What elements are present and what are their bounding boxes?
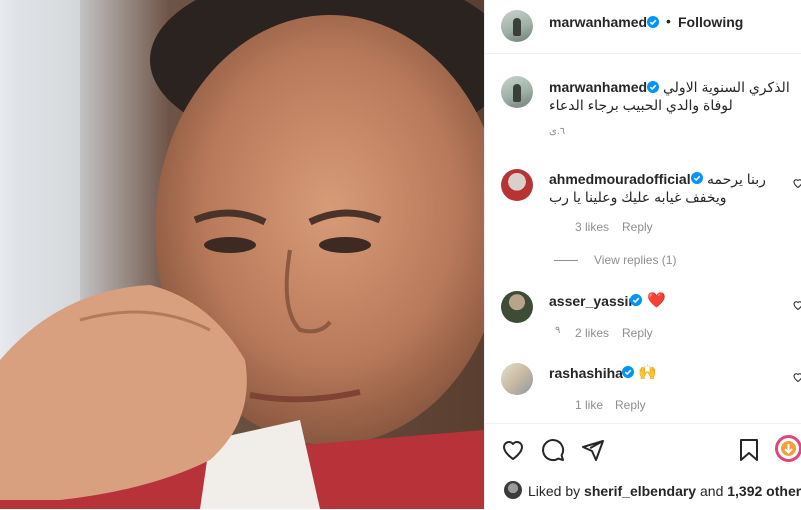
download-extension-icon[interactable]	[775, 435, 801, 462]
author-username[interactable]: marwanhamed	[549, 14, 647, 30]
comment-likes-count[interactable]: 3 likes	[575, 220, 609, 234]
bookmark-icon[interactable]	[738, 438, 760, 462]
liked-by-avatar[interactable]	[504, 481, 522, 499]
verified-badge-icon	[647, 16, 659, 28]
comment-like-heart-icon[interactable]	[792, 371, 801, 383]
liked-by-summary[interactable]: Liked by sherif_elbendary and 1,392 othe…	[528, 483, 801, 499]
following-button[interactable]: Following	[678, 14, 743, 30]
commenter-avatar[interactable]	[501, 169, 533, 201]
liked-by-middle: and	[700, 483, 724, 499]
caption-timestamp: ٦.ى	[549, 126, 565, 137]
post-photo-illustration	[0, 0, 484, 509]
comment-username[interactable]: rashashiha	[549, 365, 623, 381]
liked-by-others[interactable]: 1,392 others	[727, 483, 801, 499]
comment-username[interactable]: asser_yassin	[549, 293, 637, 309]
paper-plane-icon[interactable]	[581, 438, 605, 462]
comment-text-heart-emoji: ❤️	[647, 292, 666, 309]
comment-text-line-1: ربنا يرحمه	[707, 171, 766, 187]
author-avatar[interactable]	[501, 10, 533, 42]
caption-line-1: الذكري السنوية الاولي	[663, 79, 790, 95]
heart-outline-icon[interactable]	[501, 438, 525, 462]
comment-likes-count[interactable]: 2 likes	[575, 326, 609, 340]
comment-reply-button[interactable]: Reply	[615, 398, 646, 412]
caption-line-2: لوفاة والدي الحبيب برجاء الدعاء	[549, 97, 733, 113]
commenter-avatar[interactable]	[501, 291, 533, 323]
liked-by-user[interactable]: sherif_elbendary	[584, 483, 696, 499]
header-separator: •	[666, 13, 671, 29]
commenter-avatar[interactable]	[501, 363, 533, 395]
view-replies-button[interactable]: View replies (1)	[594, 253, 676, 267]
verified-badge-icon	[691, 172, 703, 184]
post-actions-bar: Liked by sherif_elbendary and 1,392 othe…	[485, 423, 801, 510]
comment-reply-button[interactable]: Reply	[622, 326, 653, 340]
comment-like-heart-icon[interactable]	[792, 177, 801, 189]
caption-author-avatar[interactable]	[501, 76, 533, 108]
post-details-panel: marwanhamed • Following marwanhamed الذك…	[484, 0, 801, 509]
caption-author-username[interactable]: marwanhamed	[549, 79, 647, 95]
comment-likes-count[interactable]: 1 like	[575, 398, 603, 412]
comment-like-heart-icon[interactable]	[792, 299, 801, 311]
comment-reply-button[interactable]: Reply	[622, 220, 653, 234]
comment-text-raised-hands-emoji: 🙌	[638, 364, 657, 381]
liked-by-prefix: Liked by	[528, 483, 581, 499]
comment-username[interactable]: ahmedmouradofficial	[549, 171, 691, 187]
comment-bubble-icon[interactable]	[541, 438, 565, 462]
verified-badge-icon	[630, 294, 642, 306]
comment-text-line-2: ويخفف غيابه عليك وعلينا يا رب	[549, 189, 727, 205]
comment-time-mark: ٩	[555, 325, 561, 336]
post-header: marwanhamed • Following	[485, 0, 801, 54]
view-replies-line	[554, 260, 578, 261]
verified-badge-icon	[647, 81, 659, 93]
verified-badge-icon	[622, 366, 634, 378]
post-photo[interactable]	[0, 0, 484, 509]
